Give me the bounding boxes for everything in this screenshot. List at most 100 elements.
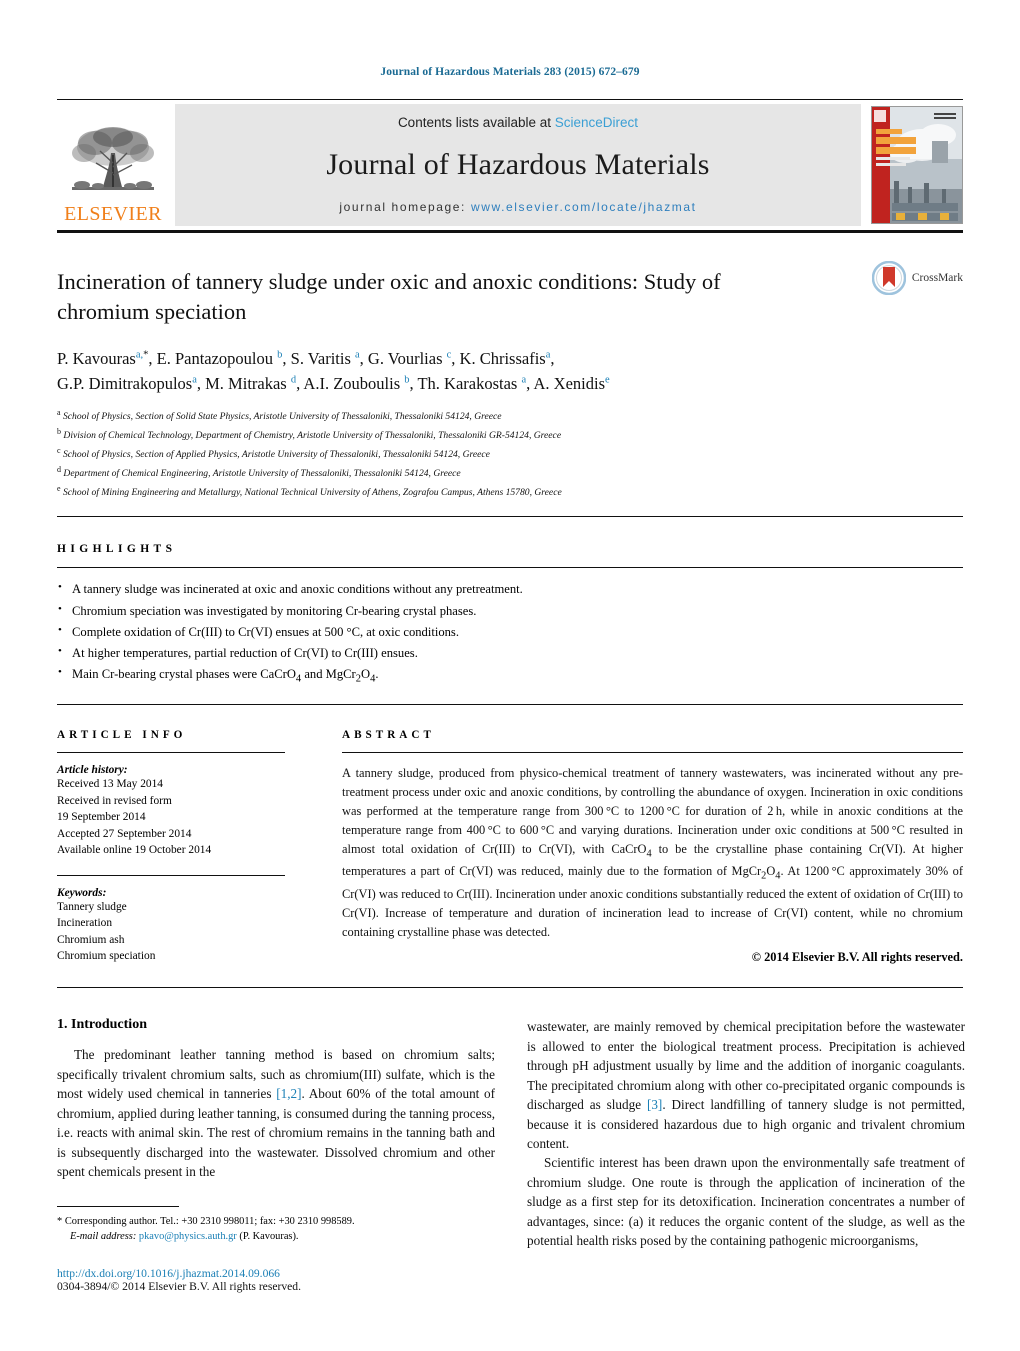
highlight-item: A tannery sludge was incinerated at oxic… — [57, 578, 963, 600]
email-link[interactable]: pkavo@physics.auth.gr — [139, 1231, 237, 1242]
affiliation-mark: d — [57, 464, 61, 474]
keyword-item: Chromium speciation — [57, 950, 156, 963]
history-line: Received 13 May 2014 — [57, 778, 163, 791]
article-info-rule — [57, 752, 285, 754]
author-name: , K. Chrissafis — [451, 348, 546, 368]
info-abstract-section: ARTICLE INFO Article history: Received 1… — [57, 729, 963, 965]
abstract-column: ABSTRACT A tannery sludge, produced from… — [319, 729, 963, 965]
article-info-column: ARTICLE INFO Article history: Received 1… — [57, 729, 319, 965]
author-line-1: P. Kavourasa,*, E. Pantazopoulou b, S. V… — [57, 347, 917, 372]
author-name: , Th. Karakostas — [409, 373, 522, 393]
elsevier-logo: ELSEVIER — [57, 104, 169, 226]
affiliation-item: a School of Physics, Section of Solid St… — [57, 406, 963, 425]
journal-cover-thumbnail — [867, 104, 963, 226]
affiliation-item: c School of Physics, Section of Applied … — [57, 444, 963, 463]
author-name: , A. Xenidis — [526, 373, 605, 393]
keywords-group: Keywords: Tannery sludge Incineration Ch… — [57, 887, 319, 965]
author-affil-mark: e — [605, 374, 610, 386]
article-history-group: Article history: Received 13 May 2014 Re… — [57, 764, 319, 859]
homepage-url-link[interactable]: www.elsevier.com/locate/jhazmat — [471, 200, 697, 214]
keyword-item: Chromium ash — [57, 933, 125, 946]
highlights-list: A tannery sludge was incinerated at oxic… — [57, 578, 963, 688]
highlights-heading: HIGHLIGHTS — [57, 543, 177, 556]
banner-center: Contents lists available at ScienceDirec… — [175, 104, 861, 226]
homepage-prefix: journal homepage: — [339, 200, 471, 214]
author-name: , M. Mitrakas — [196, 373, 291, 393]
crossmark-icon — [871, 261, 906, 295]
abstract-heading: ABSTRACT — [342, 729, 435, 742]
author-separator: , — [550, 348, 555, 368]
history-line: Available online 19 October 2014 — [57, 844, 212, 857]
citation-link-3[interactable]: [3] — [647, 1097, 662, 1112]
author-name: , S. Varitis — [282, 348, 355, 368]
cover-image — [871, 106, 963, 224]
abstract-rule — [342, 752, 963, 754]
article-title: Incineration of tannery sludge under oxi… — [57, 269, 721, 324]
elsevier-wordmark: ELSEVIER — [64, 203, 162, 225]
intro-paragraph-left: The predominant leather tanning method i… — [57, 1047, 495, 1179]
author-list: P. Kavourasa,*, E. Pantazopoulou b, S. V… — [57, 347, 917, 397]
affiliation-text: School of Physics, Section of Solid Stat… — [62, 411, 502, 423]
highlights-rule — [57, 567, 963, 569]
journal-banner: ELSEVIER Contents lists available at Sci… — [57, 104, 963, 226]
author-name: , E. Pantazopoulou — [148, 348, 278, 368]
corresponding-star: * — [57, 1215, 63, 1227]
article-info-heading: ARTICLE INFO — [57, 729, 187, 742]
article-page: Journal of Hazardous Materials 283 (2015… — [0, 0, 1020, 1351]
citation-link-1-2[interactable]: [1,2] — [276, 1086, 301, 1101]
title-block: Incineration of tannery sludge under oxi… — [57, 233, 963, 500]
affiliation-item: b Division of Chemical Technology, Depar… — [57, 425, 963, 444]
contents-prefix: Contents lists available at — [397, 115, 555, 130]
title-section-rule — [57, 516, 963, 518]
affiliation-text: Division of Chemical Technology, Departm… — [63, 430, 562, 442]
highlight-item: Main Cr-bearing crystal phases were CaCr… — [57, 663, 963, 688]
history-line: Accepted 27 September 2014 — [57, 827, 192, 840]
header-rule — [57, 99, 963, 100]
corresponding-text: Corresponding author. Tel.: +30 2310 998… — [64, 1215, 355, 1227]
intro-paragraph-right-2: Scientific interest has been drawn upon … — [527, 1155, 965, 1248]
doi-link[interactable]: http://dx.doi.org/10.1016/j.jhazmat.2014… — [57, 1267, 495, 1280]
affiliation-text: Department of Chemical Engineering, Aris… — [63, 467, 461, 479]
intro-paragraph-right-1: wastewater, are mainly removed by chemic… — [527, 1019, 965, 1151]
highlight-item: At higher temperatures, partial reductio… — [57, 642, 963, 664]
corresponding-author-note: * Corresponding author. Tel.: +30 2310 9… — [57, 1214, 495, 1245]
highlight-item: Complete oxidation of Cr(III) to Cr(VI) … — [57, 621, 963, 643]
elsevier-tree-icon — [70, 123, 156, 203]
author-name: , G. Vourlias — [359, 348, 447, 368]
doi-block: http://dx.doi.org/10.1016/j.jhazmat.2014… — [57, 1267, 495, 1293]
running-head: Journal of Hazardous Materials 283 (2015… — [380, 66, 640, 78]
footnote-block: * Corresponding author. Tel.: +30 2310 9… — [57, 1205, 495, 1293]
author-line-2: G.P. Dimitrakopulosa, M. Mitrakas d, A.I… — [57, 372, 917, 397]
abstract-copyright: © 2014 Elsevier B.V. All rights reserved… — [751, 950, 963, 965]
journal-title: Journal of Hazardous Materials — [326, 148, 710, 181]
footnote-rule — [57, 1205, 179, 1207]
issn-copyright-line: 0304-3894/© 2014 Elsevier B.V. All right… — [57, 1280, 301, 1293]
keyword-item: Incineration — [57, 917, 113, 930]
email-label: E-mail address: — [70, 1231, 137, 1243]
keyword-item: Tannery sludge — [57, 900, 127, 913]
highlight-item: Chromium speciation was investigated by … — [57, 600, 963, 622]
abstract-text: A tannery sludge, produced from physico-… — [342, 766, 964, 939]
highlights-bottom-rule — [57, 704, 963, 706]
email-owner: (P. Kavouras). — [239, 1231, 299, 1243]
author-name: P. Kavouras — [57, 348, 136, 368]
history-line: Received in revised form — [57, 794, 172, 807]
affiliation-mark: a — [57, 408, 61, 418]
article-history-title: Article history: — [57, 764, 128, 777]
keywords-rule — [57, 874, 285, 876]
affiliation-mark: c — [57, 445, 61, 455]
body-right-column: wastewater, are mainly removed by chemic… — [527, 1017, 965, 1250]
affiliation-text: School of Mining Engineering and Metallu… — [62, 486, 562, 498]
sciencedirect-link[interactable]: ScienceDirect — [555, 115, 638, 130]
affiliation-mark: b — [57, 427, 61, 437]
author-name: , A.I. Zouboulis — [296, 373, 405, 393]
journal-homepage-line: journal homepage: www.elsevier.com/locat… — [339, 200, 696, 214]
affiliation-item: e School of Mining Engineering and Metal… — [57, 482, 963, 501]
history-line: 19 September 2014 — [57, 811, 146, 824]
contents-available-line: Contents lists available at ScienceDirec… — [398, 115, 638, 130]
abstract-bottom-rule — [57, 987, 963, 989]
affiliation-item: d Department of Chemical Engineering, Ar… — [57, 463, 963, 482]
affiliation-list: a School of Physics, Section of Solid St… — [57, 406, 963, 500]
crossmark-label: CrossMark — [911, 272, 963, 284]
crossmark-badge[interactable]: CrossMark — [871, 261, 963, 295]
